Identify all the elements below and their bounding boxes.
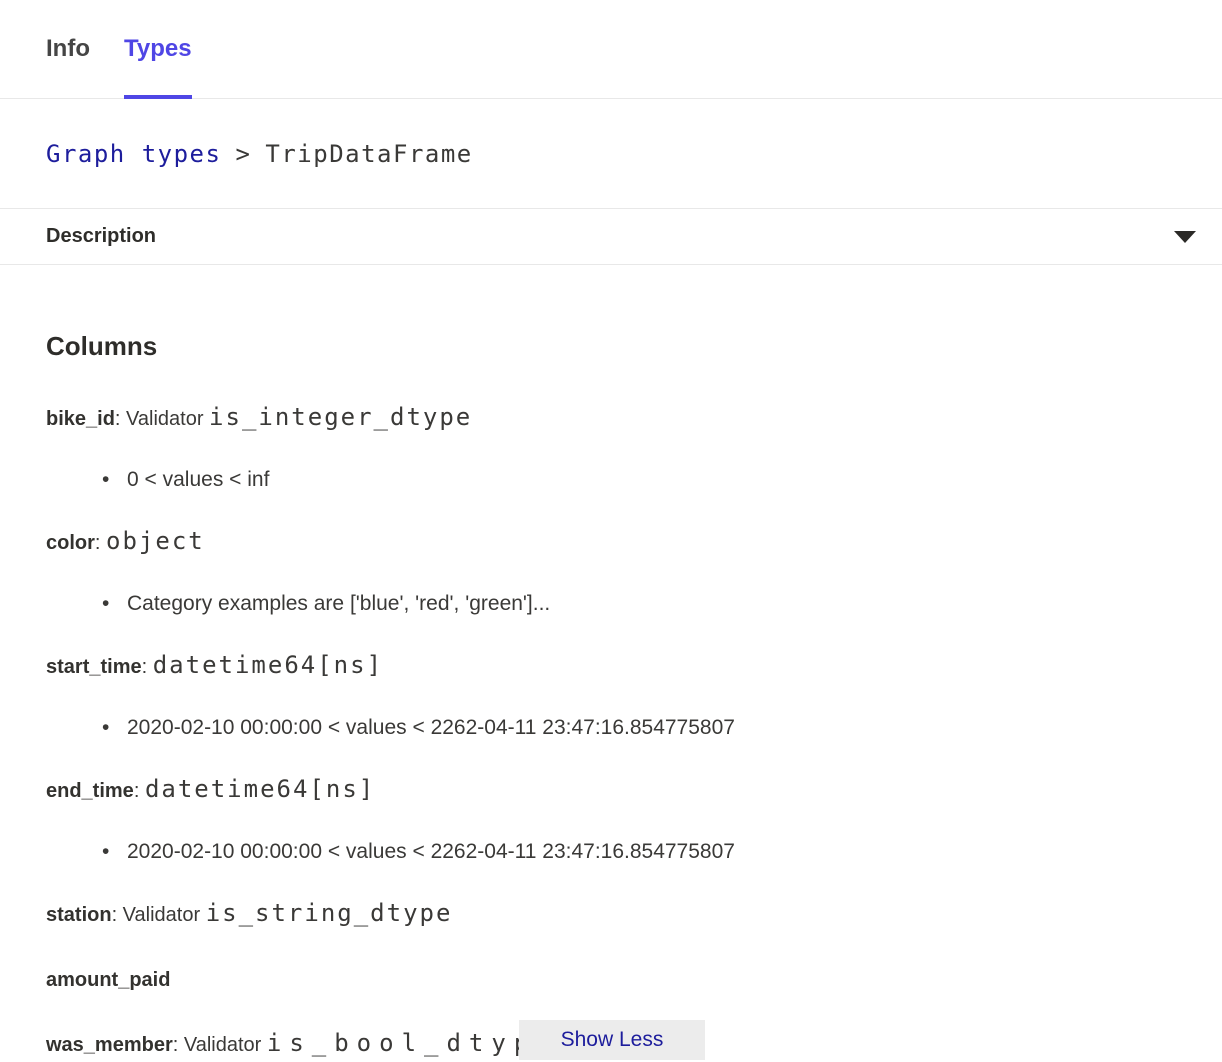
column-entry-bike-id: bike_id: Validator is_integer_dtype — [46, 402, 1176, 434]
description-header[interactable]: Description — [0, 209, 1222, 265]
breadcrumb-link-graph-types[interactable]: Graph types — [46, 140, 221, 168]
tab-types[interactable]: Types — [124, 0, 192, 98]
column-entry-station: station: Validator is_string_dtype — [46, 898, 1176, 930]
column-dtype-code: is_string_dtype — [206, 899, 453, 927]
column-name: station — [46, 904, 112, 926]
column-kind: : — [95, 532, 106, 554]
column-kind: : — [134, 780, 145, 802]
column-check-color: Category examples are ['blue', 'red', 'g… — [46, 591, 1176, 616]
column-dtype-code: is_integer_dtype — [209, 403, 472, 431]
column-kind: : Validator — [112, 904, 206, 926]
tab-types-label: Types — [124, 35, 192, 63]
column-dtype-code: datetime64[ns] — [145, 775, 375, 803]
show-less-button[interactable]: Show Less — [519, 1020, 705, 1060]
column-name: amount_paid — [46, 969, 170, 991]
column-name: start_time — [46, 656, 142, 678]
column-dtype-code: object — [106, 527, 205, 555]
column-name: was_member — [46, 1034, 173, 1056]
tab-info[interactable]: Info — [46, 0, 90, 98]
column-kind: : Validator — [115, 408, 209, 430]
column-name: color — [46, 532, 95, 554]
columns-section: Columns bike_id: Validator is_integer_dt… — [0, 331, 1222, 1060]
columns-heading: Columns — [46, 331, 1176, 362]
column-entry-was-member: was_member: Validator is_bool_dtype Show… — [46, 1028, 1176, 1060]
column-entry-color: color: object — [46, 526, 1176, 558]
description-title: Description — [46, 225, 156, 248]
column-name: end_time — [46, 780, 134, 802]
column-check-end-time: 2020-02-10 00:00:00 < values < 2262-04-1… — [46, 839, 1176, 864]
column-check-bike-id: 0 < values < inf — [46, 467, 1176, 492]
column-kind: : Validator — [173, 1034, 267, 1056]
column-name: bike_id — [46, 408, 115, 430]
column-dtype-code: is_bool_dtype — [267, 1029, 559, 1057]
column-entry-end-time: end_time: datetime64[ns] — [46, 774, 1176, 806]
tab-bar: Info Types — [0, 0, 1222, 99]
column-entry-start-time: start_time: datetime64[ns] — [46, 650, 1176, 682]
tab-info-label: Info — [46, 35, 90, 63]
column-dtype-code: datetime64[ns] — [153, 651, 383, 679]
breadcrumb: Graph types > TripDataFrame — [0, 99, 1222, 209]
breadcrumb-current: TripDataFrame — [265, 140, 472, 168]
column-kind: : — [142, 656, 153, 678]
breadcrumb-separator: > — [235, 140, 251, 168]
column-entry-amount-paid: amount_paid — [46, 963, 1176, 995]
column-check-start-time: 2020-02-10 00:00:00 < values < 2262-04-1… — [46, 715, 1176, 740]
caret-down-icon[interactable] — [1174, 231, 1196, 243]
